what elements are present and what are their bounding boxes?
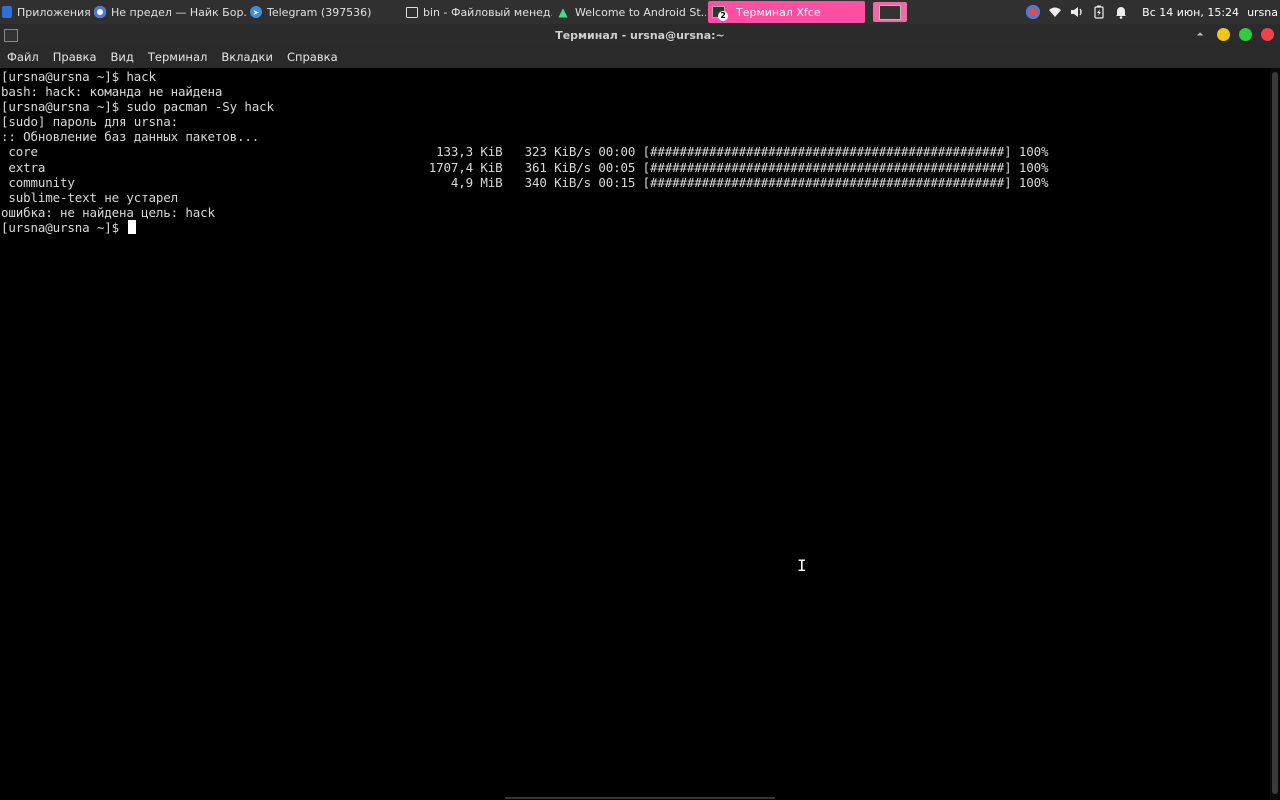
user-menu[interactable]: ursna — [1247, 6, 1280, 19]
taskbar-item-android-studio[interactable]: ▲ Welcome to Android St... — [552, 1, 706, 23]
terminal-line: bash: hack: команда не найдена — [1, 84, 223, 100]
shade-button[interactable]: ⏶ — [1195, 28, 1205, 41]
taskbar-item-terminal[interactable]: 2 Терминал Xfce — [708, 1, 865, 23]
terminal-text: [ursna@ursna ~]$ hack bash: hack: команда… — [0, 68, 1270, 235]
terminal-window-icon[interactable] — [4, 29, 18, 42]
terminal-line: community 4,9 MiB 340 KiB/s 00:15 [#####… — [1, 174, 1049, 190]
terminal-line: core 133,3 KiB 323 KiB/s 00:00 [########… — [1, 144, 1049, 160]
menu-edit[interactable]: Правка — [46, 50, 104, 64]
terminal-thumbnail-icon — [879, 4, 901, 20]
applications-label: Приложения — [17, 5, 90, 19]
taskbar-item-telegram[interactable]: ➤ Telegram (397536) — [246, 1, 398, 23]
scrollbar-thumb[interactable] — [1272, 72, 1278, 794]
system-tray: Вс 14 июн, 15:24 ursna — [1022, 0, 1280, 24]
mouse-ibeam-cursor-icon: I — [797, 556, 807, 575]
workspace-switcher[interactable] — [873, 2, 907, 22]
minimize-button[interactable] — [1217, 28, 1230, 41]
window-titlebar[interactable]: Терминал - ursna@ursna:~ ⏶ — [0, 24, 1280, 46]
menu-view[interactable]: Вид — [104, 50, 141, 64]
text-cursor — [128, 220, 137, 235]
close-button[interactable] — [1261, 28, 1274, 41]
terminal-prompt-line: [ursna@ursna ~]$ — [1, 220, 1270, 235]
taskbar-item-browser[interactable]: Не предел — Найк Бор... — [90, 1, 246, 23]
applications-menu-button[interactable]: Приложения — [0, 1, 90, 23]
window-count-badge: 2 — [718, 11, 728, 21]
terminal-line: extra 1707,4 KiB 361 KiB/s 00:05 [######… — [1, 159, 1049, 175]
telegram-icon: ➤ — [250, 6, 262, 18]
file-manager-icon — [406, 6, 418, 18]
window-title: Терминал - ursna@ursna:~ — [555, 28, 725, 42]
volume-icon[interactable] — [1066, 0, 1088, 24]
taskbar-item-label: Не предел — Найк Бор... — [111, 5, 246, 19]
menu-tabs[interactable]: Вкладки — [214, 50, 280, 64]
taskbar-item-label: Welcome to Android St... — [575, 5, 706, 19]
terminal-line: sublime-text не устарел — [1, 189, 179, 205]
chrome-notify-icon — [1026, 5, 1041, 19]
terminal-line: [ursna@ursna ~]$ hack — [1, 69, 156, 84]
menu-terminal[interactable]: Терминал — [141, 50, 214, 64]
android-icon: ▲ — [558, 5, 568, 19]
notifications-bell-icon[interactable] — [1110, 0, 1132, 24]
terminal-scrollbar[interactable] — [1270, 68, 1280, 800]
terminal-line: [ursna@ursna ~]$ sudo pacman -Sy hack — [1, 99, 274, 115]
terminal-line: ошибка: не найдена цель: hack — [1, 204, 215, 220]
taskbar-item-label: Telegram (397536) — [267, 5, 372, 19]
terminal-output[interactable]: [ursna@ursna ~]$ hack bash: hack: команда… — [0, 68, 1270, 800]
window-controls: ⏶ — [1195, 28, 1274, 41]
chrome-icon — [94, 6, 106, 18]
tray-chrome[interactable] — [1022, 0, 1044, 24]
terminal-line: :: Обновление баз данных пакетов... — [1, 129, 260, 145]
maximize-button[interactable] — [1239, 28, 1252, 41]
wifi-icon[interactable] — [1044, 0, 1066, 24]
menu-help[interactable]: Справка — [280, 50, 345, 64]
top-panel: Приложения Не предел — Найк Бор... ➤ Tel… — [0, 0, 1280, 24]
taskbar-item-label: Терминал Xfce — [736, 5, 821, 19]
taskbar-item-file-manager[interactable]: bin - Файловый менед... — [398, 1, 552, 23]
clock[interactable]: Вс 14 июн, 15:24 — [1132, 6, 1247, 19]
menu-bar: Файл Правка Вид Терминал Вкладки Справка — [0, 46, 1280, 68]
applications-icon — [2, 6, 12, 18]
prompt: [ursna@ursna ~]$ — [1, 219, 127, 235]
terminal-line: [sudo] пароль для ursna: — [1, 114, 179, 130]
battery-icon[interactable] — [1088, 0, 1110, 24]
menu-file[interactable]: Файл — [0, 50, 46, 64]
taskbar-item-label: bin - Файловый менед... — [423, 5, 552, 19]
resize-grip — [505, 797, 775, 799]
